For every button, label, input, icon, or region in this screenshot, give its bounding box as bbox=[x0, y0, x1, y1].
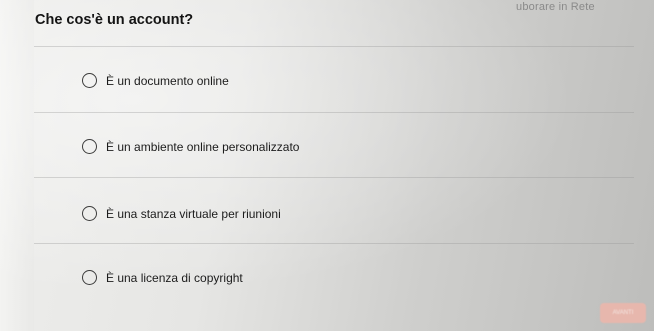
answer-label: È un documento online bbox=[106, 73, 229, 88]
answer-option-2[interactable]: È un ambiente online personalizzato bbox=[82, 139, 299, 154]
answer-label: È un ambiente online personalizzato bbox=[106, 139, 300, 154]
radio-button[interactable] bbox=[82, 73, 97, 88]
answer-label: È una stanza virtuale per riunioni bbox=[106, 206, 281, 221]
answer-option-4[interactable]: È una licenza di copyright bbox=[82, 270, 243, 285]
radio-button[interactable] bbox=[82, 270, 97, 285]
left-margin bbox=[0, 0, 34, 331]
course-title-link[interactable]: uborare in Rete bbox=[516, 1, 595, 13]
next-button[interactable]: AVANTI bbox=[600, 303, 646, 323]
answer-label: È una licenza di copyright bbox=[106, 270, 243, 285]
divider bbox=[34, 46, 634, 47]
radio-button[interactable] bbox=[82, 139, 97, 154]
answer-option-1[interactable]: È un documento online bbox=[82, 73, 229, 88]
divider bbox=[34, 112, 634, 113]
answer-option-3[interactable]: È una stanza virtuale per riunioni bbox=[82, 206, 281, 221]
divider bbox=[34, 243, 634, 244]
question-text: Che cos'è un account? bbox=[35, 12, 194, 28]
radio-button[interactable] bbox=[82, 206, 97, 221]
divider bbox=[34, 177, 634, 178]
